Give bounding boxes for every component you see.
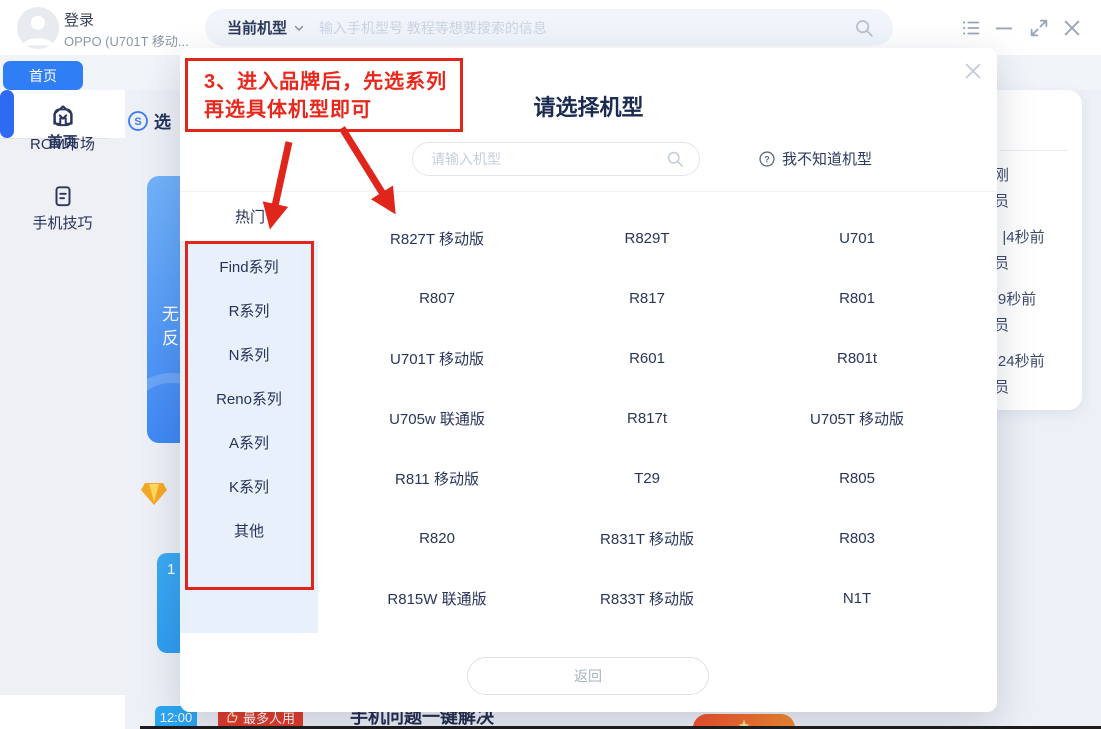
sidebar-item-rom-market[interactable]: ROM市场 <box>0 104 125 154</box>
chevron-down-icon <box>293 22 305 34</box>
model-item[interactable]: U701T 移动版 <box>332 328 542 388</box>
annotation-box: 3、进入品牌后，先选系列 再选具体机型即可 <box>185 58 463 132</box>
question-circle-icon: ? <box>758 150 776 168</box>
model-search-input[interactable] <box>431 151 641 167</box>
menu-icon[interactable] <box>960 17 982 39</box>
series-item[interactable]: A系列 <box>180 420 318 464</box>
svg-text:?: ? <box>764 154 770 164</box>
series-item[interactable]: 其他 <box>180 508 318 552</box>
feed-fragment: . |4秒前 <box>994 226 1082 252</box>
unknown-model-link[interactable]: ? 我不知道机型 <box>758 148 872 169</box>
window-titlebar: 登录 OPPO (U701T 移动... 当前机型 <box>0 0 1101 55</box>
model-search <box>412 142 700 176</box>
annotation-line-2: 再选具体机型即可 <box>204 96 460 124</box>
feed-fragment: |9秒前 <box>994 288 1082 314</box>
minimize-icon[interactable] <box>993 17 1015 39</box>
model-grid: R827T 移动版R829TU701R807R817R801U701T 移动版R… <box>332 208 962 628</box>
sidebar: 首页 ROM市场 手机技巧 <box>0 90 125 729</box>
current-model-dropdown[interactable]: 当前机型 <box>227 17 305 38</box>
person-icon <box>17 7 59 49</box>
feed-fragment: |24秒前 <box>994 350 1082 376</box>
feed-fragment: 员 <box>994 376 1082 402</box>
step-indicator: S 选 <box>127 108 171 133</box>
model-item[interactable]: U705w 联通版 <box>332 388 542 448</box>
series-item[interactable]: R系列 <box>180 288 318 332</box>
series-item[interactable]: N系列 <box>180 332 318 376</box>
model-item[interactable]: R817t <box>542 388 752 448</box>
series-item[interactable]: Reno系列 <box>180 376 318 420</box>
divider <box>1000 150 1068 151</box>
thumb-up-icon <box>226 711 239 724</box>
login-link[interactable]: 登录 <box>64 9 94 30</box>
feed-fragment: 员 <box>994 314 1082 340</box>
connected-device-label: OPPO (U701T 移动... <box>64 31 189 50</box>
activity-feed: 刚员. |4秒前员|9秒前员|24秒前员 <box>994 164 1082 402</box>
annotation-line-1: 3、进入品牌后，先选系列 <box>204 68 460 96</box>
divider <box>180 191 997 192</box>
maximize-icon[interactable] <box>1028 17 1050 39</box>
series-item-hot[interactable]: 热门 <box>180 206 320 227</box>
svg-text:S: S <box>134 116 141 128</box>
model-item[interactable]: R820 <box>332 508 542 568</box>
model-item[interactable]: R815W 联通版 <box>332 568 542 628</box>
model-item[interactable]: R805 <box>752 448 962 508</box>
search-icon[interactable] <box>853 17 875 39</box>
unknown-model-label: 我不知道机型 <box>782 148 872 169</box>
model-item[interactable]: R803 <box>752 508 962 568</box>
model-item[interactable]: R807 <box>332 268 542 328</box>
feed-fragment: 员 <box>994 252 1082 278</box>
model-item[interactable]: R829T <box>542 208 752 268</box>
close-icon[interactable] <box>1061 17 1083 39</box>
series-list: Find系列R系列N系列Reno系列A系列K系列其他 <box>180 244 318 552</box>
model-item[interactable]: R601 <box>542 328 752 388</box>
model-item[interactable]: R833T 移动版 <box>542 568 752 628</box>
tab-home-label: 首页 <box>29 66 57 86</box>
model-item[interactable]: R801 <box>752 268 962 328</box>
global-search: 当前机型 <box>205 9 893 46</box>
model-item[interactable]: R827T 移动版 <box>332 208 542 268</box>
back-button[interactable]: 返回 <box>467 657 709 695</box>
user-avatar[interactable] <box>17 7 59 49</box>
dialog-close-icon[interactable] <box>962 60 984 82</box>
model-item[interactable]: T29 <box>542 448 752 508</box>
step-s-icon: S <box>127 110 149 132</box>
feed-fragment: 员 <box>994 190 1082 216</box>
step-label: 选 <box>154 108 171 133</box>
current-model-label: 当前机型 <box>227 17 287 38</box>
model-item[interactable]: R811 移动版 <box>332 448 542 508</box>
model-item[interactable]: R801t <box>752 328 962 388</box>
model-item[interactable]: N1T <box>752 568 962 628</box>
sidebar-item-rom-market-label: ROM市场 <box>0 133 125 154</box>
feed-fragment: 刚 <box>994 164 1082 190</box>
model-item[interactable]: R817 <box>542 268 752 328</box>
schedule-card-text: 1 <box>167 561 175 578</box>
sidebar-panel: ROM市场 手机技巧 <box>0 138 125 695</box>
sidebar-item-phone-tips[interactable]: 手机技巧 <box>0 183 125 233</box>
banner-text-2: 反 <box>162 324 179 349</box>
phone-tips-icon <box>50 183 76 209</box>
series-item[interactable]: Find系列 <box>180 244 318 288</box>
sidebar-item-phone-tips-label: 手机技巧 <box>0 212 125 233</box>
search-icon[interactable] <box>665 149 685 169</box>
model-item[interactable]: U701 <box>752 208 962 268</box>
model-item[interactable]: R831T 移动版 <box>542 508 752 568</box>
model-item[interactable]: U705T 移动版 <box>752 388 962 448</box>
gem-icon <box>140 482 168 506</box>
tab-home[interactable]: 首页 <box>3 61 83 90</box>
global-search-input[interactable] <box>319 20 789 36</box>
rom-market-icon <box>50 104 76 130</box>
model-select-dialog: 请选择机型 ? 我不知道机型 热门 Find系列R系列N系列Reno系列A系列K… <box>180 48 997 712</box>
series-item[interactable]: K系列 <box>180 464 318 508</box>
banner-text-1: 无 <box>162 300 179 325</box>
